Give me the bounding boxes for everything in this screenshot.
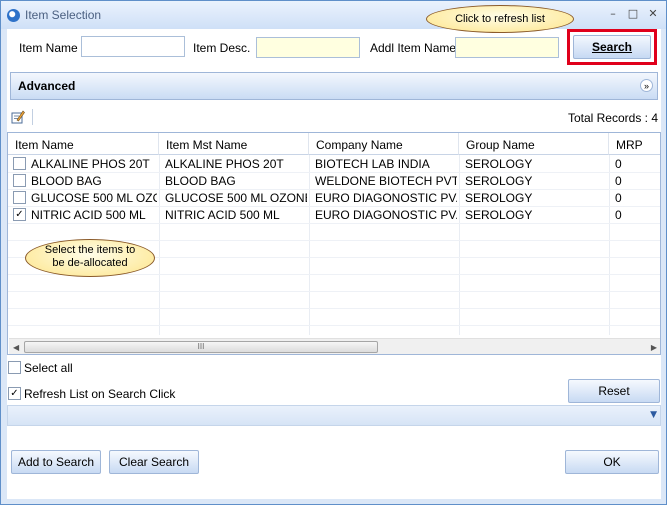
addl-item-name-input[interactable] [455,37,559,58]
grid-cell-mrp[interactable]: 0 [615,189,655,206]
grid-cell-group[interactable]: SEROLOGY [465,189,607,206]
grid-cell-company[interactable]: BIOTECH LAB INDIA [315,155,457,172]
grid-toolbar: Total Records : 4 [7,107,661,129]
select-all-checkbox[interactable] [8,361,21,374]
column-header-group-name[interactable]: Group Name [459,133,609,155]
item-name-label: Item Name [19,41,78,55]
column-header-item-name[interactable]: Item Name [8,133,159,155]
items-grid: Item Name Item Mst Name Company Name Gro… [7,132,661,355]
grid-cell-item-name[interactable]: NITRIC ACID 500 ML [31,206,157,223]
grid-cell-mrp[interactable]: 0 [615,206,655,223]
column-header-mrp[interactable]: MRP [609,133,660,155]
advanced-label: Advanced [18,79,76,93]
row-divider [8,223,660,224]
add-to-search-button[interactable]: Add to Search [11,450,101,474]
row-checkbox[interactable] [13,157,26,170]
grid-cell-group[interactable]: SEROLOGY [465,155,607,172]
grid-cell-item-mst-name[interactable]: NITRIC ACID 500 ML [165,206,307,223]
refresh-on-search-label[interactable]: Refresh List on Search Click [24,387,175,401]
minimize-icon[interactable]: – [606,7,620,21]
select-all-label[interactable]: Select all [24,361,73,375]
grid-cell-item-mst-name[interactable]: BLOOD BAG [165,172,307,189]
dialog-body: Item Name Item Desc. Addl Item Name Sear… [7,5,661,499]
deallocate-callout-line2: be de-allocated [52,257,128,269]
item-selection-window: Item Selection – □ ✕ Item Name Item Desc… [0,0,667,505]
window-title: Item Selection [25,8,102,22]
maximize-icon[interactable]: □ [626,7,640,21]
grid-cell-group[interactable]: SEROLOGY [465,206,607,223]
column-header-company-name[interactable]: Company Name [309,133,459,155]
advanced-panel-header[interactable]: Advanced » [10,72,658,100]
grid-cell-item-mst-name[interactable]: ALKALINE PHOS 20T [165,155,307,172]
refresh-callout: Click to refresh list [426,5,574,33]
row-checkbox[interactable]: ✓ [13,208,26,221]
grid-cell-mrp[interactable]: 0 [615,155,655,172]
row-checkbox[interactable] [13,191,26,204]
grid-cell-group[interactable]: SEROLOGY [465,172,607,189]
grid-cell-company[interactable]: EURO DIAGONOSTIC PV... [315,189,457,206]
dropdown-arrow-icon[interactable]: ▼ [650,410,657,420]
item-desc-input[interactable] [256,37,360,58]
clear-search-button[interactable]: Clear Search [109,450,199,474]
item-name-input[interactable] [81,36,185,57]
scroll-right-icon[interactable]: ▶ [651,343,657,352]
item-desc-label: Item Desc. [193,41,251,55]
deallocate-callout: Select the items to be de-allocated [25,239,155,277]
search-highlight: Search [567,29,657,65]
status-dropdown-bar[interactable]: ▼ [7,405,661,426]
grid-cell-item-name[interactable]: ALKALINE PHOS 20T [31,155,157,172]
row-divider [8,291,660,292]
column-header-item-mst-name[interactable]: Item Mst Name [159,133,309,155]
refresh-on-search-checkbox[interactable]: ✓ [8,387,21,400]
grid-cell-mrp[interactable]: 0 [615,172,655,189]
grid-cell-company[interactable]: WELDONE BIOTECH PVT... [315,172,457,189]
app-icon [7,9,20,22]
row-divider [8,308,660,309]
grid-cell-company[interactable]: EURO DIAGONOSTIC PV... [315,206,457,223]
reset-button[interactable]: Reset [568,379,660,403]
grid-cell-item-mst-name[interactable]: GLUCOSE 500 ML OZONE [165,189,307,206]
edit-icon[interactable] [11,110,25,124]
toolbar-separator [32,109,33,125]
chevron-down-icon[interactable]: » [640,79,653,92]
scrollbar-thumb[interactable]: III [24,341,378,353]
total-records: Total Records : 4 [567,111,658,125]
row-checkbox[interactable] [13,174,26,187]
row-divider [8,325,660,326]
deallocate-callout-line1: Select the items to [44,244,136,256]
scroll-left-icon[interactable]: ◀ [13,343,19,352]
grid-cell-item-name[interactable]: BLOOD BAG [31,172,157,189]
search-button[interactable]: Search [573,35,651,59]
addl-item-name-label: Addl Item Name [370,41,457,55]
grid-cell-item-name[interactable]: GLUCOSE 500 ML OZO... [31,189,157,206]
ok-button[interactable]: OK [565,450,659,474]
close-icon[interactable]: ✕ [646,7,660,21]
horizontal-scrollbar[interactable]: ◀ III ▶ [9,338,660,354]
